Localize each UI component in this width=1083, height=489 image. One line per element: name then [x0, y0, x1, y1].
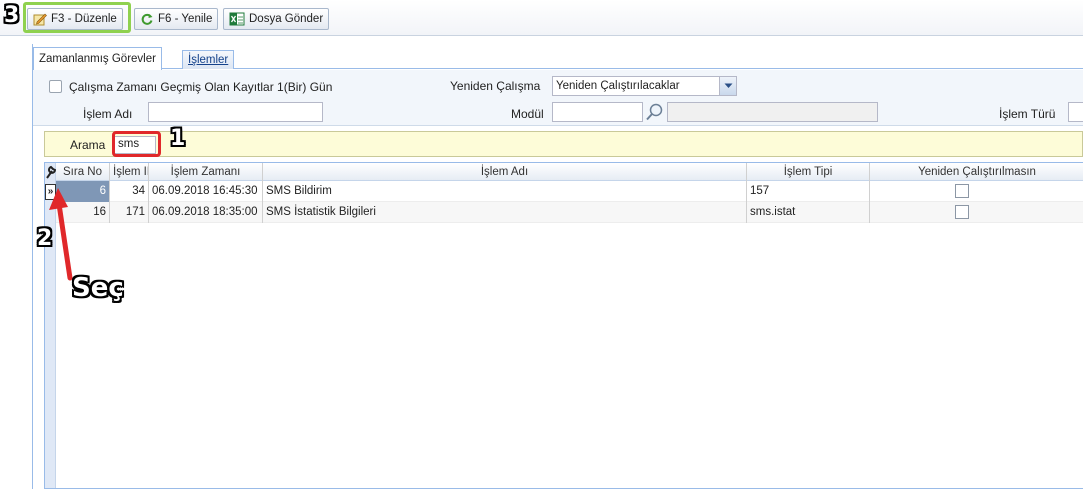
- refresh-icon: [141, 13, 153, 25]
- tab-label: İşlemler: [188, 54, 229, 66]
- step-2-label: 2: [37, 226, 53, 251]
- operation-type-label: İşlem Türü: [999, 107, 1056, 121]
- module-label: Modül: [511, 107, 544, 121]
- row-rerun-checkbox[interactable]: [955, 205, 969, 219]
- refresh-button[interactable]: F6 - Yenile: [134, 8, 219, 30]
- col-type-header[interactable]: İşlem Tipi: [747, 163, 870, 181]
- row-rerun-cell: [870, 202, 1083, 223]
- chevron-down-icon[interactable]: [719, 77, 736, 95]
- row-id: 171: [110, 202, 149, 223]
- search-highlight: [112, 131, 161, 157]
- search-icon[interactable]: [645, 102, 665, 122]
- step-1-label: 1: [170, 126, 186, 151]
- row-id: 34: [110, 181, 149, 202]
- row-rerun-cell: [870, 181, 1083, 202]
- row-type: 157: [747, 181, 870, 202]
- operation-type-input[interactable]: [1068, 102, 1083, 122]
- tab-bar: Zamanlanmış Görevler İşlemler: [33, 44, 1083, 70]
- results-grid: Sıra No İşlem ID İşlem Zamanı İşlem Adı …: [44, 162, 1083, 489]
- tab-scheduled-tasks[interactable]: Zamanlanmış Görevler: [33, 47, 162, 70]
- tab-operations[interactable]: İşlemler: [182, 50, 235, 69]
- col-rerun-header[interactable]: Yeniden Çalıştırılmasın: [870, 163, 1083, 181]
- send-file-button-label: Dosya Gönder: [249, 13, 324, 25]
- filter-area: Çalışma Zamanı Geçmiş Olan Kayıtlar 1(Bi…: [33, 70, 1083, 126]
- past-records-label: Çalışma Zamanı Geçmiş Olan Kayıtlar 1(Bi…: [69, 80, 333, 94]
- refresh-button-label: F6 - Yenile: [158, 13, 213, 25]
- row-rerun-checkbox[interactable]: [955, 184, 969, 198]
- past-records-checkbox[interactable]: [49, 80, 62, 93]
- col-id-header[interactable]: İşlem ID: [110, 163, 149, 181]
- send-file-button[interactable]: Dosya Gönder: [223, 8, 330, 30]
- toolbar: F3 - Düzenle F6 - Yenile Dosya Gönder: [0, 0, 1083, 36]
- col-name-header[interactable]: İşlem Adı: [263, 163, 747, 181]
- col-time-header[interactable]: İşlem Zamanı: [149, 163, 263, 181]
- rerun-select-value: Yeniden Çalıştırılacaklar: [556, 80, 680, 92]
- rerun-label: Yeniden Çalışma: [450, 79, 541, 93]
- module-input[interactable]: [552, 102, 643, 122]
- table-row[interactable]: 6 34 06.09.2018 16:45:30 SMS Bildirim 15…: [56, 181, 1083, 202]
- edit-button-highlight: [23, 2, 131, 33]
- step-3-label: 3: [4, 3, 20, 28]
- search-label: Arama: [70, 138, 106, 152]
- row-name: SMS Bildirim: [263, 181, 747, 202]
- col-seq-header[interactable]: Sıra No: [56, 163, 110, 181]
- row-time: 06.09.2018 18:35:00: [149, 202, 263, 223]
- rerun-select[interactable]: Yeniden Çalıştırılacaklar: [552, 76, 737, 96]
- module-description-input: [667, 102, 878, 122]
- select-annotation-text: Seç: [72, 273, 124, 303]
- row-name: SMS İstatistik Bilgileri: [263, 202, 747, 223]
- tab-label: Zamanlanmış Görevler: [39, 53, 156, 65]
- grid-header: Sıra No İşlem ID İşlem Zamanı İşlem Adı …: [56, 163, 1083, 181]
- row-type: sms.istat: [747, 202, 870, 223]
- search-bar: Arama: [44, 131, 1083, 157]
- excel-send-icon: [229, 12, 245, 26]
- table-row[interactable]: 16 171 06.09.2018 18:35:00 SMS İstatisti…: [56, 202, 1083, 223]
- operation-name-label: İşlem Adı: [83, 107, 133, 121]
- row-time: 06.09.2018 16:45:30: [149, 181, 263, 202]
- wrench-icon[interactable]: [46, 165, 56, 179]
- operation-name-input[interactable]: [148, 102, 323, 122]
